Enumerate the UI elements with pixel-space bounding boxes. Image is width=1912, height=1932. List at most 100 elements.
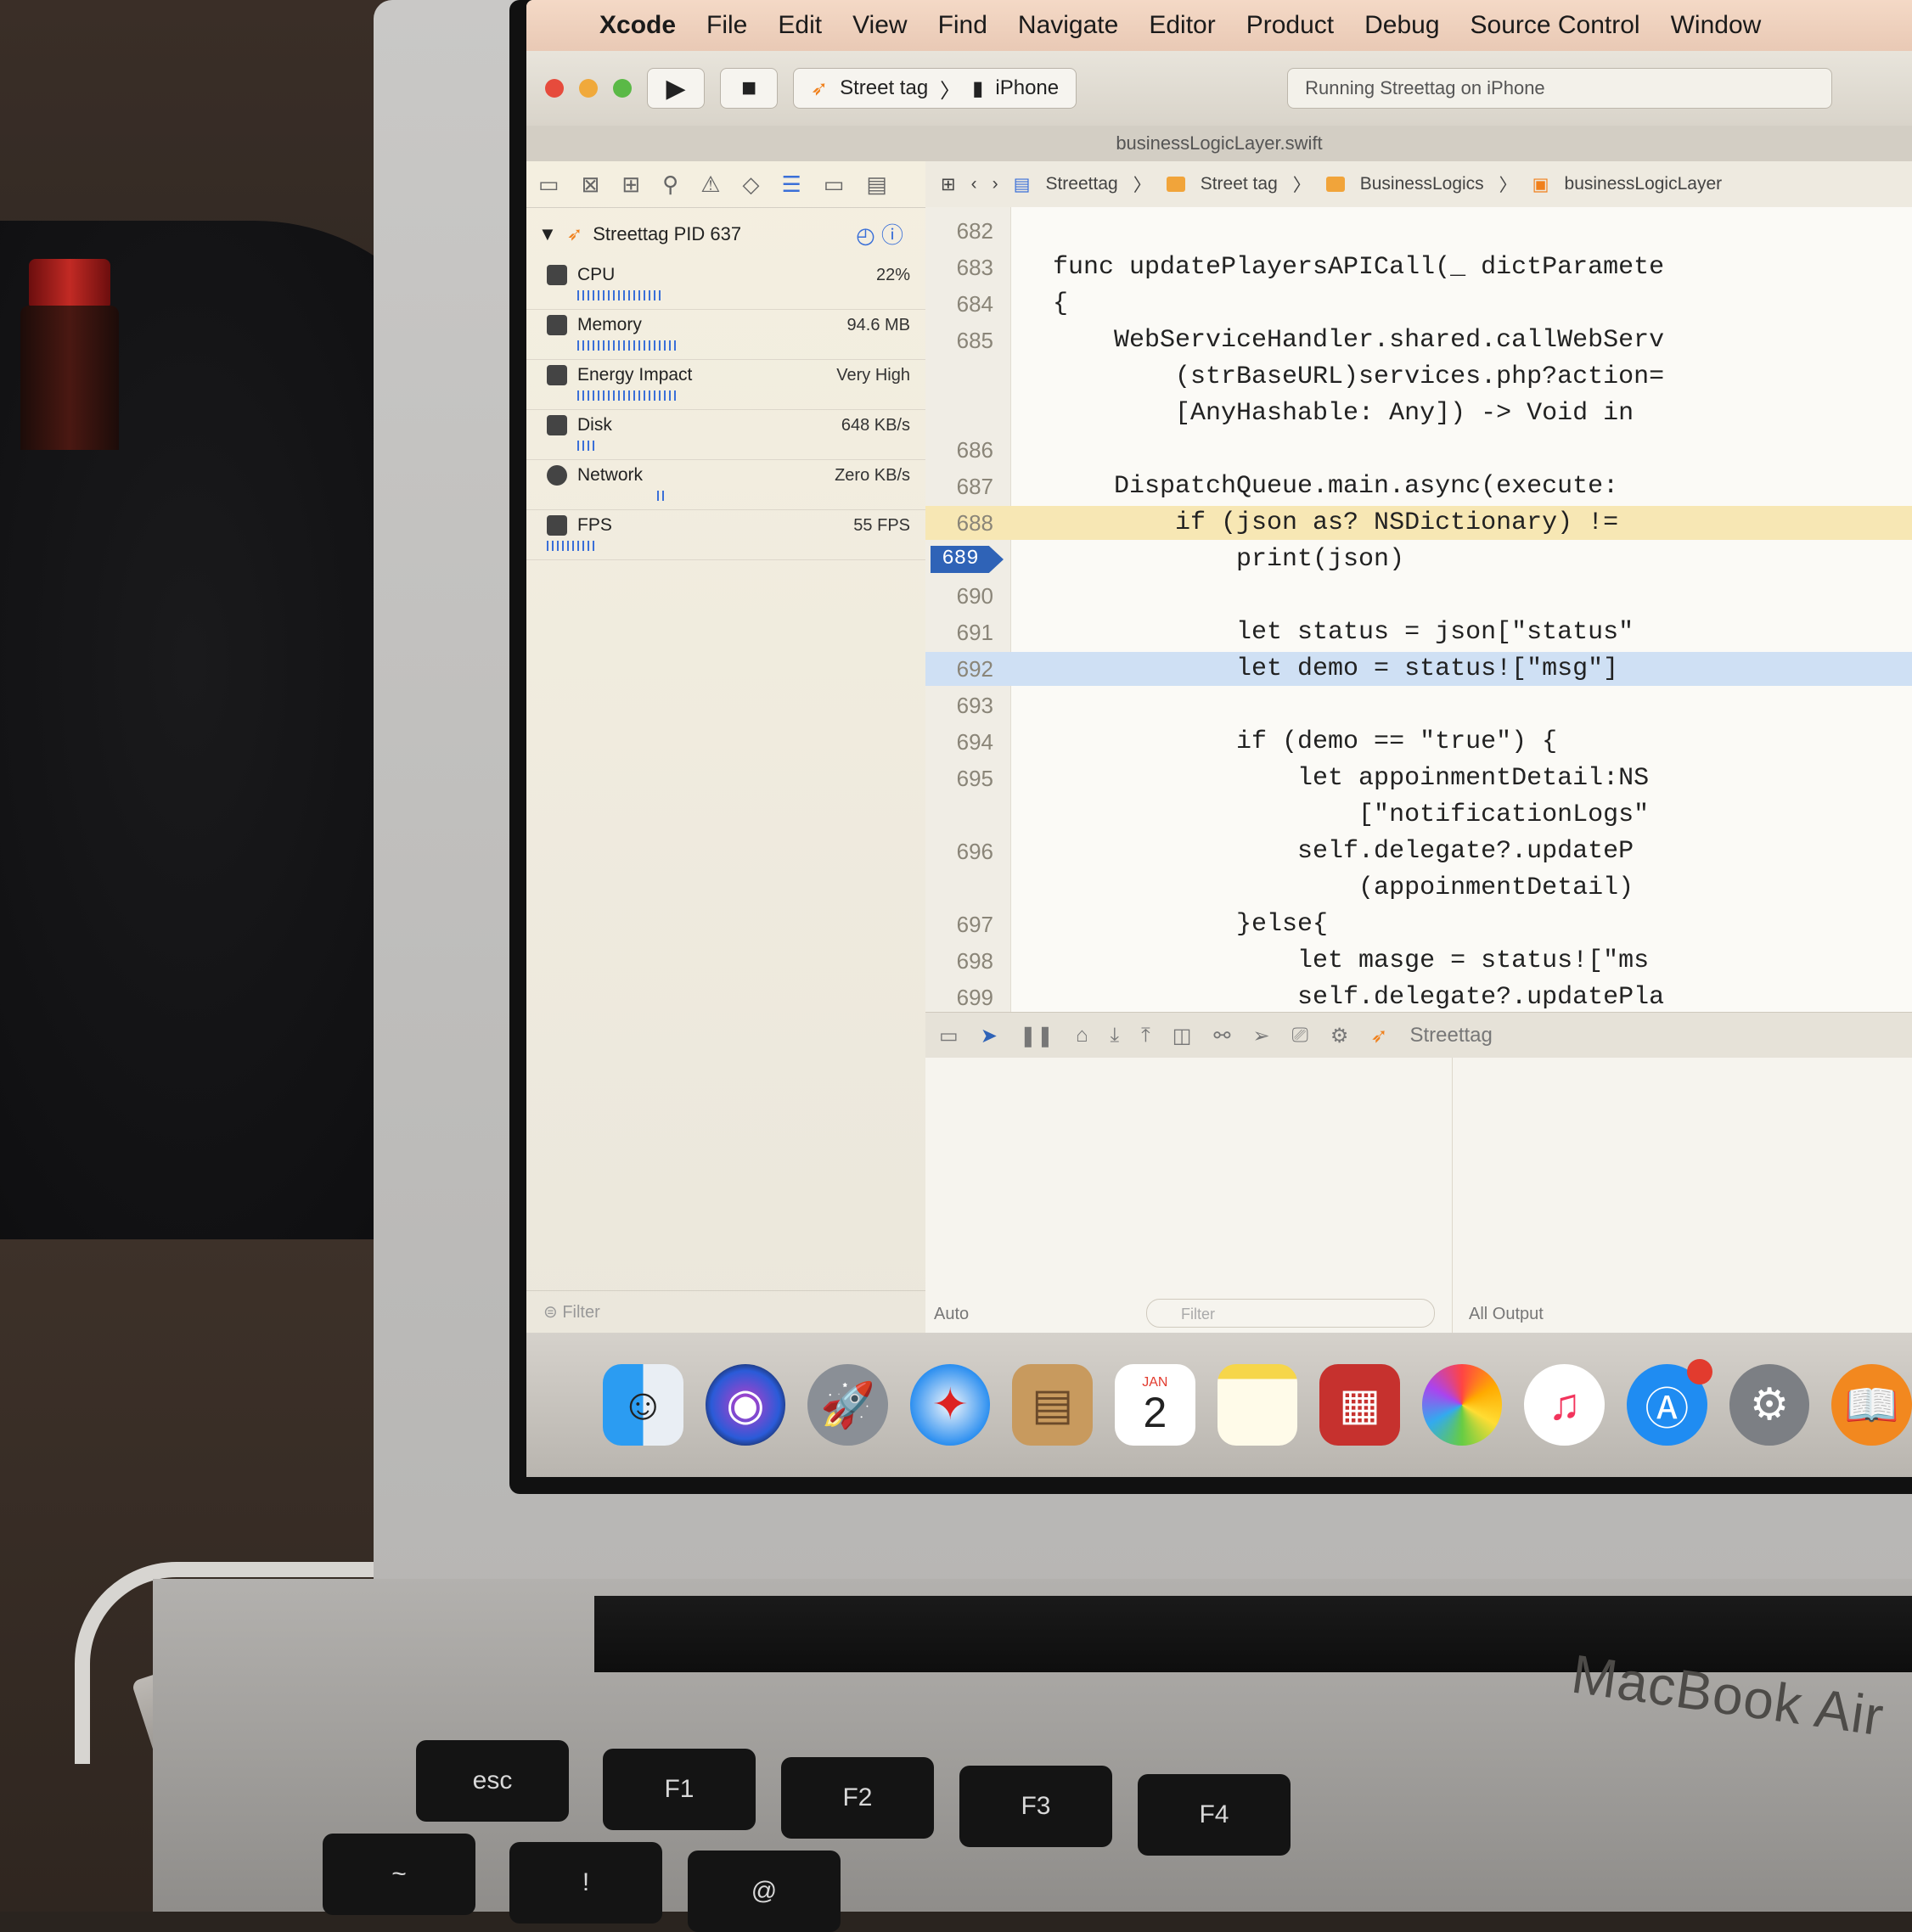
source-editor[interactable]: 682 683 func updatePlayersAPICall(_ dictPa…	[925, 207, 1912, 1012]
gauge-fps[interactable]: FPS 55 FPS	[526, 510, 925, 560]
gauge-energy[interactable]: Energy Impact Very High	[526, 360, 925, 410]
gauge-network[interactable]: Network Zero KB/s	[526, 460, 925, 510]
memory-graph-icon[interactable]: ⚯	[1213, 1024, 1230, 1048]
key-esc[interactable]: esc	[416, 1740, 569, 1822]
code-line[interactable]: 691 let status = json["status"	[925, 615, 1912, 649]
breadcrumb-file[interactable]: businessLogicLayer	[1565, 174, 1723, 194]
code-line[interactable]: 696 self.delegate?.updateP	[925, 834, 1912, 868]
code-line[interactable]: 694 if (demo == "true") {	[925, 725, 1912, 759]
warning-icon[interactable]: ⚠	[700, 171, 720, 198]
menu-editor[interactable]: Editor	[1149, 11, 1215, 40]
gauge-memory[interactable]: Memory 94.6 MB	[526, 310, 925, 360]
contacts-icon[interactable]: ▤	[1012, 1364, 1094, 1446]
debug-navigator-icon[interactable]: ☰	[782, 171, 801, 198]
menu-navigate[interactable]: Navigate	[1018, 11, 1118, 40]
search-icon[interactable]: ⚲	[662, 171, 678, 198]
navigator-filter[interactable]: ⊜ Filter	[526, 1290, 925, 1333]
breakpoints-toggle-icon[interactable]: ➤	[981, 1024, 998, 1048]
related-items-icon[interactable]: ⊞	[941, 174, 956, 195]
menu-source-control[interactable]: Source Control	[1471, 11, 1640, 40]
photos-icon[interactable]	[1421, 1364, 1503, 1446]
pause-icon[interactable]: ❚❚	[1020, 1024, 1054, 1048]
step-over-icon[interactable]: ⌂	[1076, 1024, 1088, 1047]
debug-filter-input[interactable]: Filter	[1146, 1299, 1435, 1328]
run-button[interactable]: ▶	[647, 68, 705, 109]
code-line[interactable]: 689 print(json)	[925, 542, 1912, 576]
test-icon[interactable]: ◇	[743, 171, 760, 198]
gauge-icon[interactable]: ◴ ⓘ	[856, 218, 914, 250]
forward-arrow-icon[interactable]: ›	[993, 174, 998, 194]
report-icon[interactable]: ▤	[866, 171, 887, 198]
finder-icon[interactable]: ☺	[603, 1364, 683, 1446]
step-into-icon[interactable]: ⤓	[1111, 1024, 1120, 1047]
code-line[interactable]: 684 {	[925, 287, 1912, 321]
settings-icon[interactable]: ⚙	[1330, 1024, 1349, 1048]
variables-scope-select[interactable]: Auto	[934, 1305, 969, 1324]
menu-app-name[interactable]: Xcode	[599, 11, 676, 40]
code-line[interactable]: (appoinmentDetail)	[925, 871, 1912, 905]
key-at[interactable]: @	[688, 1851, 841, 1932]
menu-product[interactable]: Product	[1246, 11, 1334, 40]
itunes-icon[interactable]: ♫	[1524, 1364, 1606, 1446]
menu-view[interactable]: View	[852, 11, 907, 40]
disclosure-triangle-icon[interactable]: ▼	[538, 223, 557, 245]
code-line[interactable]: 688 if (json as? NSDictionary) !=	[925, 506, 1912, 540]
notes-icon[interactable]	[1217, 1364, 1298, 1446]
code-line[interactable]: 685 WebServiceHandler.shared.callWebServ	[925, 323, 1912, 357]
menu-file[interactable]: File	[706, 11, 747, 40]
menu-debug[interactable]: Debug	[1364, 11, 1439, 40]
file-tab[interactable]: businessLogicLayer.swift	[526, 126, 1912, 161]
code-line[interactable]: 693	[925, 688, 1912, 722]
back-arrow-icon[interactable]: ‹	[971, 174, 977, 194]
calendar-icon[interactable]: JAN 2	[1115, 1364, 1195, 1446]
breadcrumb-target[interactable]: Street tag	[1201, 174, 1278, 194]
close-window-button[interactable]	[545, 79, 564, 98]
key-f4[interactable]: F4	[1138, 1774, 1291, 1856]
photo-booth-icon[interactable]: ▦	[1319, 1364, 1400, 1446]
code-line[interactable]: (strBaseURL)services.php?action=	[925, 360, 1912, 394]
menu-edit[interactable]: Edit	[778, 11, 822, 40]
key-f1[interactable]: F1	[603, 1749, 756, 1830]
environment-icon[interactable]: ⎚	[1292, 1024, 1308, 1047]
code-line[interactable]: 697 }else{	[925, 907, 1912, 941]
gauge-disk[interactable]: Disk 648 KB/s	[526, 410, 925, 460]
key-f2[interactable]: F2	[781, 1757, 934, 1839]
step-out-icon[interactable]: ⤒	[1141, 1024, 1150, 1047]
location-icon[interactable]: ➢	[1253, 1024, 1270, 1048]
code-line[interactable]: 692 let demo = status!["msg"]	[925, 652, 1912, 686]
process-row[interactable]: ▼ ➶ Streettag PID 637 ◴ ⓘ	[526, 208, 925, 260]
folder-icon[interactable]: ▭	[538, 171, 560, 198]
minimize-window-button[interactable]	[579, 79, 598, 98]
code-line[interactable]: 695 let appoinmentDetail:NS	[925, 761, 1912, 795]
menu-find[interactable]: Find	[938, 11, 987, 40]
source-control-icon[interactable]: ⊠	[582, 171, 600, 198]
code-line[interactable]: 687 DispatchQueue.main.async(execute:	[925, 469, 1912, 503]
code-line[interactable]: 690	[925, 579, 1912, 613]
console-output-select[interactable]: All Output	[1469, 1305, 1544, 1324]
code-line[interactable]: 686	[925, 433, 1912, 467]
scheme-selector[interactable]: ➶ Street tag 〉 ▮ iPhone	[793, 68, 1077, 109]
gauge-cpu[interactable]: CPU 22%	[526, 260, 925, 310]
app-store-icon[interactable]: Ⓐ	[1627, 1359, 1712, 1446]
safari-icon[interactable]: ✦	[909, 1364, 991, 1446]
code-line[interactable]: ["notificationLogs"	[925, 798, 1912, 832]
zoom-window-button[interactable]	[613, 79, 632, 98]
code-line[interactable]: 698 let masge = status!["ms	[925, 944, 1912, 978]
launchpad-icon[interactable]: 🚀	[807, 1364, 888, 1446]
hierarchy-icon[interactable]: ⊞	[621, 171, 640, 198]
code-line[interactable]: 683 func updatePlayersAPICall(_ dictParam…	[925, 250, 1912, 284]
code-line[interactable]: [AnyHashable: Any]) -> Void in	[925, 396, 1912, 430]
breadcrumb-group[interactable]: BusinessLogics	[1360, 174, 1484, 194]
breadcrumb-project[interactable]: Streettag	[1045, 174, 1117, 194]
view-hierarchy-icon[interactable]: ◫	[1173, 1024, 1192, 1048]
key-tilde[interactable]: ~	[323, 1834, 475, 1915]
siri-icon[interactable]: ◉	[705, 1364, 786, 1446]
menu-window[interactable]: Window	[1671, 11, 1762, 40]
stop-button[interactable]: ■	[720, 68, 778, 109]
breakpoint-marker[interactable]: 689	[931, 546, 1004, 573]
ibooks-icon[interactable]: 📖	[1831, 1364, 1912, 1446]
key-f3[interactable]: F3	[959, 1766, 1112, 1847]
code-line[interactable]: 699 self.delegate?.updatePla	[925, 980, 1912, 1014]
breakpoint-icon[interactable]: ▭	[824, 171, 845, 198]
code-line[interactable]: 682	[925, 214, 1912, 248]
